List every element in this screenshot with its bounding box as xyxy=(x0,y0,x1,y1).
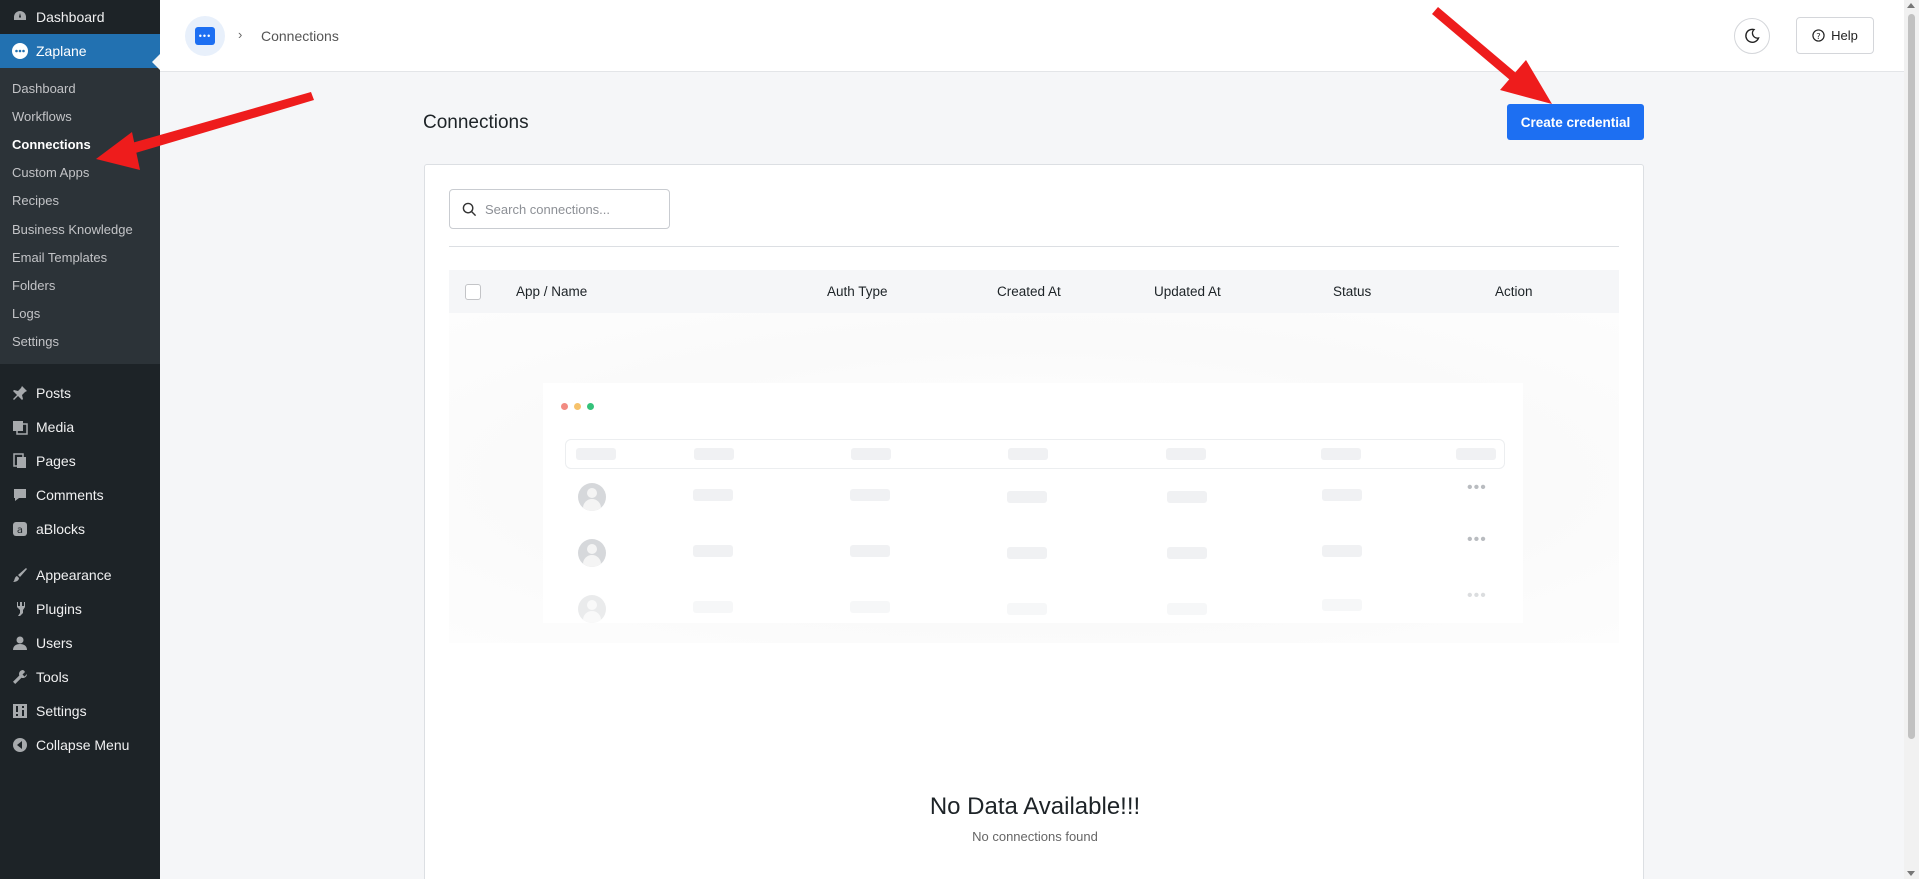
zaplane-icon xyxy=(10,41,30,61)
sidebar-item-label: Users xyxy=(36,634,73,651)
sidebar-item-appearance[interactable]: Appearance xyxy=(0,558,160,592)
sidebar-item-label: Zaplane xyxy=(36,43,87,59)
placeholder-window: ••• ••• ••• xyxy=(543,383,1523,623)
submenu-item-connections[interactable]: Connections xyxy=(0,130,160,158)
column-auth-type[interactable]: Auth Type xyxy=(827,284,888,299)
create-credential-button[interactable]: Create credential xyxy=(1507,104,1644,140)
main-content: ••• › Connections ? Help Connections Cre… xyxy=(160,0,1904,879)
submenu-item-logs[interactable]: Logs xyxy=(0,300,160,328)
search-icon xyxy=(462,202,477,216)
column-status[interactable]: Status xyxy=(1333,284,1371,299)
top-bar: ••• › Connections ? Help xyxy=(160,0,1904,72)
svg-text:a: a xyxy=(17,525,23,536)
collapse-icon xyxy=(10,735,30,755)
sidebar-item-label: Comments xyxy=(36,486,104,503)
empty-state-title: No Data Available!!! xyxy=(929,793,1141,820)
brush-icon xyxy=(10,565,30,585)
search-input[interactable] xyxy=(485,201,655,217)
connections-card: App / Name Auth Type Created At Updated … xyxy=(424,164,1644,879)
page-title: Connections xyxy=(423,112,529,133)
sidebar-item-label: Settings xyxy=(36,702,87,719)
ablocks-icon: a xyxy=(10,519,30,539)
settings-icon xyxy=(10,701,30,721)
chevron-right-icon: › xyxy=(238,27,243,42)
sidebar-item-label: Plugins xyxy=(36,600,82,617)
media-icon xyxy=(10,417,30,437)
column-app-name[interactable]: App / Name xyxy=(516,284,587,299)
user-icon xyxy=(10,633,30,653)
logo-icon: ••• xyxy=(195,27,215,45)
sidebar-item-dashboard[interactable]: Dashboard xyxy=(0,0,160,34)
column-created-at[interactable]: Created At xyxy=(997,284,1061,299)
page-scrollbar[interactable] xyxy=(1904,0,1919,879)
sidebar-item-label: Media xyxy=(36,418,75,435)
zaplane-submenu: Dashboard Workflows Connections Custom A… xyxy=(0,68,160,364)
sidebar-item-label: Pages xyxy=(36,452,76,469)
empty-state-subtitle: No connections found xyxy=(972,829,1098,844)
sidebar-item-zaplane[interactable]: Zaplane xyxy=(0,34,160,68)
sidebar-item-label: Dashboard xyxy=(36,9,105,25)
moon-icon xyxy=(1745,28,1760,43)
pin-icon xyxy=(10,383,30,403)
sidebar-item-media[interactable]: Media xyxy=(0,410,160,444)
window-dots xyxy=(561,403,594,410)
sidebar-item-label: aBlocks xyxy=(36,520,86,537)
sidebar-item-label: Appearance xyxy=(36,566,112,583)
divider xyxy=(449,246,1619,247)
submenu-item-folders[interactable]: Folders xyxy=(0,271,160,299)
sidebar-item-users[interactable]: Users xyxy=(0,626,160,660)
help-label: Help xyxy=(1831,28,1858,43)
ellipsis-icon: ••• xyxy=(1467,587,1487,604)
sidebar-item-label: Collapse Menu xyxy=(36,736,130,753)
table-header: App / Name Auth Type Created At Updated … xyxy=(449,270,1619,313)
plugin-icon xyxy=(10,599,30,619)
sidebar-item-label: Tools xyxy=(36,668,69,685)
breadcrumb: Connections xyxy=(261,28,339,44)
scroll-down-icon[interactable] xyxy=(1907,871,1915,876)
app-logo[interactable]: ••• xyxy=(185,16,225,56)
help-button[interactable]: ? Help xyxy=(1796,17,1874,54)
submenu-item-email-templates[interactable]: Email Templates xyxy=(0,243,160,271)
admin-sidebar: Dashboard Zaplane Dashboard Workflows Co… xyxy=(0,0,160,879)
scrollbar-thumb[interactable] xyxy=(1908,14,1915,739)
sidebar-item-comments[interactable]: Comments xyxy=(0,478,160,512)
submenu-item-settings[interactable]: Settings xyxy=(0,328,160,356)
empty-state-illustration: ••• ••• ••• xyxy=(449,313,1619,643)
current-menu-indicator xyxy=(152,54,160,70)
sidebar-item-plugins[interactable]: Plugins xyxy=(0,592,160,626)
submenu-item-workflows[interactable]: Workflows xyxy=(0,102,160,130)
svg-text:?: ? xyxy=(1816,31,1820,41)
column-updated-at[interactable]: Updated At xyxy=(1154,284,1221,299)
comments-icon xyxy=(10,485,30,505)
placeholder-avatar xyxy=(578,539,606,567)
sidebar-item-ablocks[interactable]: a aBlocks xyxy=(0,512,160,546)
pages-icon xyxy=(10,451,30,471)
theme-toggle-button[interactable] xyxy=(1734,18,1770,54)
select-all-checkbox[interactable] xyxy=(465,284,481,300)
sidebar-item-settings[interactable]: Settings xyxy=(0,694,160,728)
submenu-item-dashboard[interactable]: Dashboard xyxy=(0,74,160,102)
sidebar-item-tools[interactable]: Tools xyxy=(0,660,160,694)
search-box[interactable] xyxy=(449,189,670,229)
sidebar-item-collapse-menu[interactable]: Collapse Menu xyxy=(0,728,160,762)
placeholder-avatar xyxy=(578,483,606,511)
sidebar-item-pages[interactable]: Pages xyxy=(0,444,160,478)
placeholder-header xyxy=(565,439,1505,469)
placeholder-avatar xyxy=(578,595,606,623)
ellipsis-icon: ••• xyxy=(1467,479,1487,496)
wrench-icon xyxy=(10,667,30,687)
sidebar-item-posts[interactable]: Posts xyxy=(0,376,160,410)
dashboard-icon xyxy=(10,7,30,27)
column-action[interactable]: Action xyxy=(1495,284,1533,299)
submenu-item-recipes[interactable]: Recipes xyxy=(0,187,160,215)
sidebar-item-label: Posts xyxy=(36,384,72,401)
ellipsis-icon: ••• xyxy=(1467,531,1487,548)
scroll-up-icon[interactable] xyxy=(1907,3,1915,8)
help-icon: ? xyxy=(1812,29,1825,42)
submenu-item-business-knowledge[interactable]: Business Knowledge xyxy=(0,215,160,243)
submenu-item-custom-apps[interactable]: Custom Apps xyxy=(0,159,160,187)
